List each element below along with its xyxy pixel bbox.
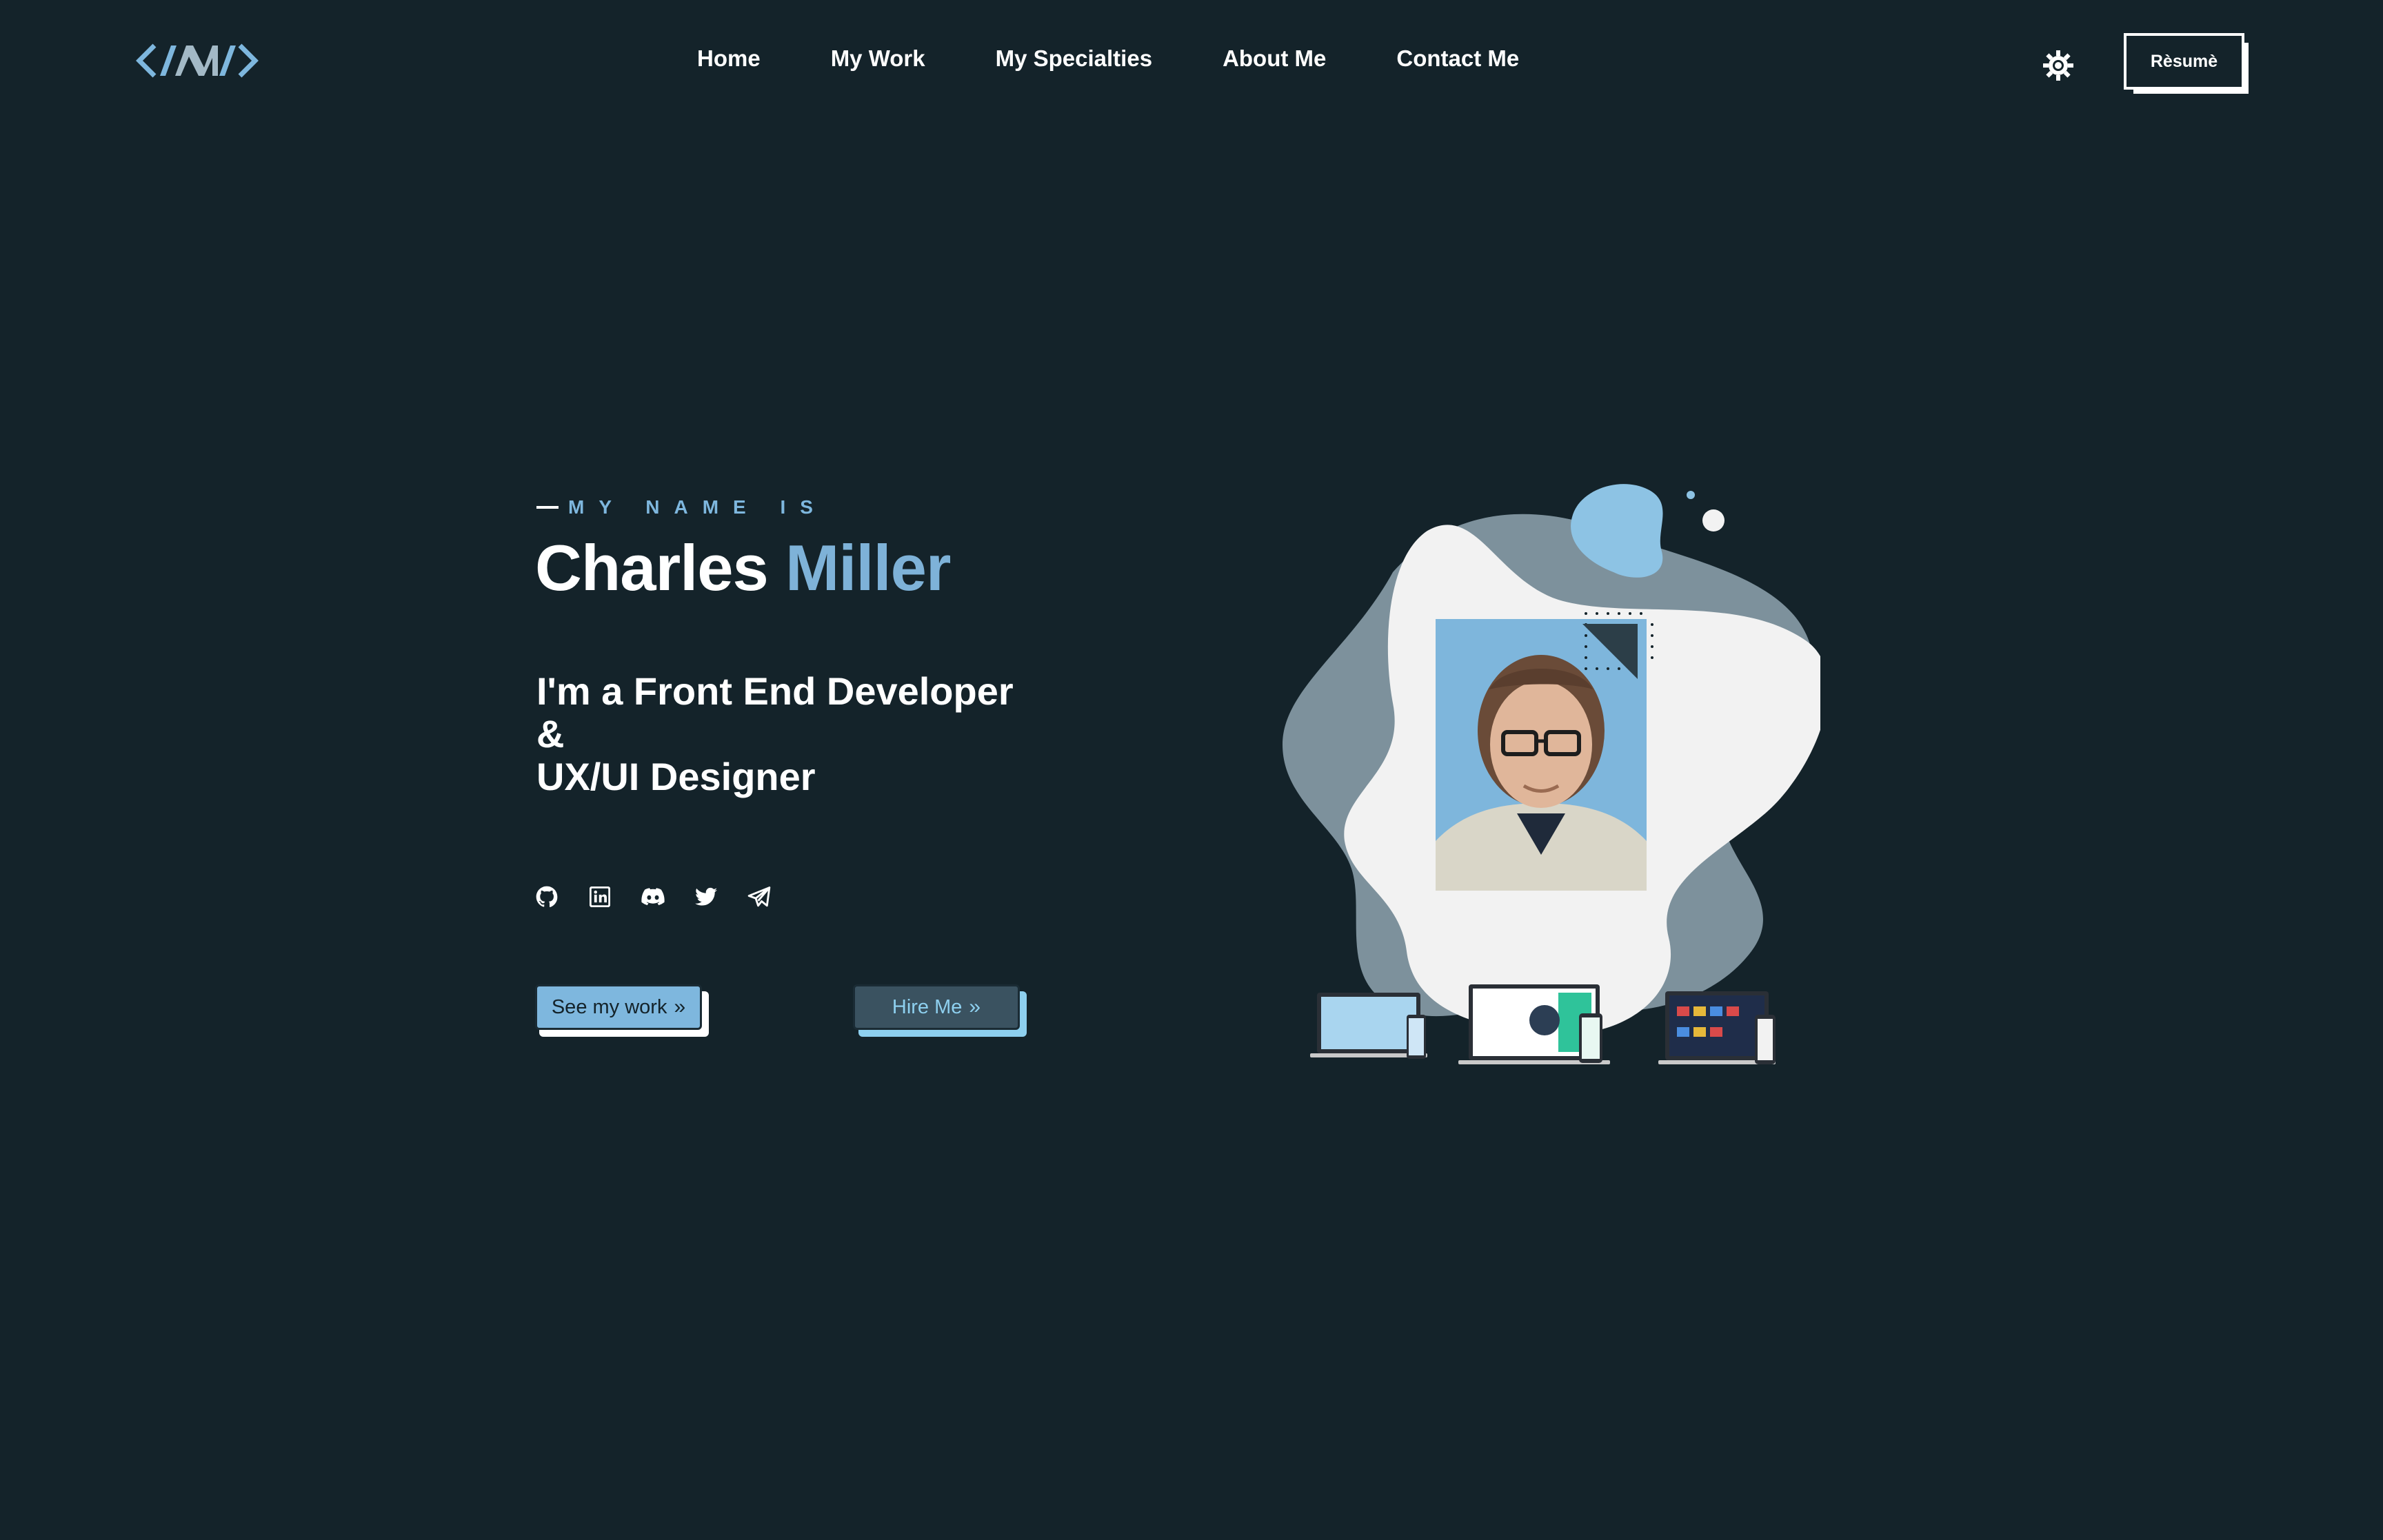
telegram-icon: [747, 886, 771, 907]
resume-button[interactable]: Rèsumè: [2124, 33, 2249, 94]
github-icon: [536, 886, 558, 907]
twitter-icon: [695, 887, 717, 906]
hero-illustration: [1269, 483, 1829, 1103]
nav-about-me[interactable]: About Me: [1223, 45, 1326, 72]
twitter-link[interactable]: [694, 885, 718, 909]
blob-portrait-illustration: [1283, 484, 1829, 1064]
device-mockups: [1310, 984, 1776, 1064]
hire-me-button[interactable]: Hire Me »: [853, 984, 1020, 1030]
eyebrow-dash: [536, 506, 559, 509]
eyebrow: MY NAME IS: [536, 496, 827, 518]
theme-toggle-button[interactable]: [2042, 50, 2074, 81]
logo[interactable]: [135, 40, 259, 81]
hero-name: Charles Miller: [535, 531, 952, 605]
see-my-work-label: See my work: [551, 995, 667, 1018]
social-links: [535, 885, 771, 909]
first-name: Charles: [535, 531, 769, 604]
nav-my-specialties[interactable]: My Specialties: [996, 45, 1152, 72]
linkedin-link[interactable]: [588, 885, 612, 909]
main-nav: Home My Work My Specialties About Me Con…: [697, 43, 1519, 74]
see-my-work-button-wrap: See my work »: [535, 984, 709, 1037]
last-name: Miller: [785, 531, 952, 604]
double-chevron-right-icon: »: [969, 995, 981, 1018]
double-chevron-right-icon: »: [674, 995, 686, 1018]
role-line-1: I'm a Front End Developer: [536, 669, 1014, 713]
discord-link[interactable]: [641, 885, 665, 909]
hire-me-button-wrap: Hire Me »: [853, 984, 1027, 1037]
see-my-work-button[interactable]: See my work »: [535, 984, 702, 1030]
nav-my-work[interactable]: My Work: [831, 45, 925, 72]
role-line-2: &: [536, 712, 565, 756]
github-link[interactable]: [535, 885, 559, 909]
role-line-3: UX/UI Designer: [536, 755, 816, 798]
nav-home[interactable]: Home: [697, 45, 761, 72]
sun-icon: [2043, 50, 2073, 81]
nav-contact-me[interactable]: Contact Me: [1396, 45, 1519, 72]
discord-icon: [641, 888, 665, 906]
eyebrow-text: MY NAME IS: [568, 496, 827, 518]
telegram-link[interactable]: [747, 885, 771, 909]
resume-button-wrap: Rèsumè: [2118, 33, 2249, 95]
hero-role: I'm a Front End Developer & UX/UI Design…: [536, 670, 1014, 798]
hire-me-label: Hire Me: [892, 995, 963, 1018]
linkedin-icon: [590, 886, 610, 907]
code-brackets-logo-icon: [136, 43, 259, 78]
